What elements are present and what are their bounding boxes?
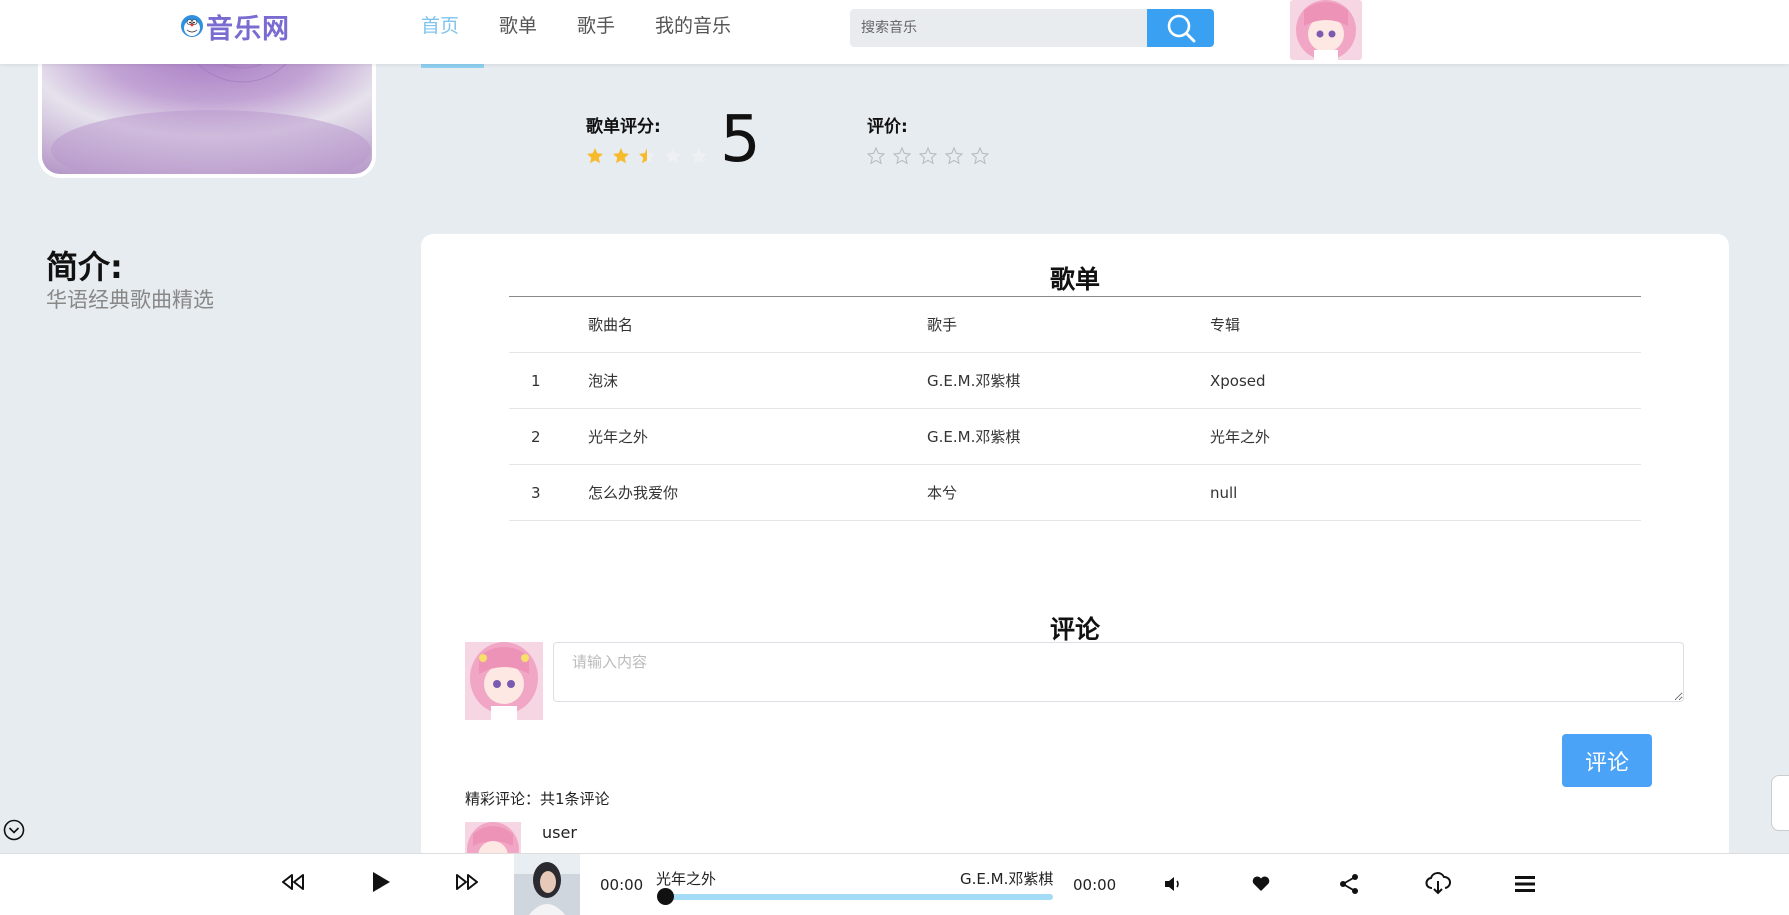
comment-input[interactable]: [553, 642, 1684, 702]
share-icon[interactable]: [1338, 873, 1360, 895]
current-time: 00:00: [600, 876, 644, 894]
logo[interactable]: 音乐网: [180, 6, 290, 46]
previous-track-icon[interactable]: [281, 870, 305, 894]
player-bar: 00:00 光年之外 G.E.M.邓紫棋 00:00: [0, 853, 1789, 915]
star-empty-icon: [691, 148, 707, 164]
row-singer: G.E.M.邓紫棋: [927, 428, 1021, 446]
progress-bar[interactable]: [657, 888, 1053, 905]
now-playing-cover: [514, 854, 580, 915]
col-album: 专辑: [1210, 316, 1241, 334]
rating-label: 歌单评分:: [586, 117, 661, 137]
star-outline-icon[interactable]: [919, 147, 937, 165]
playlist-menu-icon[interactable]: [1514, 874, 1536, 894]
chevron-down-circle-icon[interactable]: [3, 819, 25, 841]
table-row[interactable]: 1 泡沫 G.E.M.邓紫棋 Xposed: [509, 353, 1641, 409]
my-avatar: [465, 642, 543, 720]
nav-playlists[interactable]: 歌单: [499, 0, 537, 64]
evaluate-label: 评价:: [867, 117, 908, 137]
rating-stars: [586, 147, 716, 165]
col-song-name: 歌曲名: [588, 316, 634, 334]
row-album: Xposed: [1210, 372, 1266, 390]
star-outline-icon[interactable]: [945, 147, 963, 165]
user-avatar[interactable]: [1290, 0, 1362, 60]
row-index: 1: [531, 372, 541, 390]
playlist-section-title: 歌单: [1049, 265, 1100, 294]
main-nav: 首页 歌单 歌手 我的音乐: [421, 0, 771, 64]
row-album: null: [1210, 484, 1238, 502]
search-button[interactable]: [1147, 9, 1214, 47]
table-row[interactable]: 3 怎么办我爱你 本兮 null: [509, 465, 1641, 521]
nav-singers[interactable]: 歌手: [577, 0, 615, 64]
album-art-image: [514, 854, 580, 915]
cloud-download-icon[interactable]: [1425, 871, 1451, 895]
star-empty-icon: [665, 148, 681, 164]
nav-active-indicator: [421, 64, 484, 68]
star-outline-icon[interactable]: [867, 147, 885, 165]
song-table: 歌曲名 歌手 专辑 1 泡沫 G.E.M.邓紫棋 Xposed 2 光年之外 G…: [509, 297, 1641, 521]
row-index: 2: [531, 428, 541, 446]
star-filled-icon: [613, 148, 629, 164]
table-header-row: 歌曲名 歌手 专辑: [509, 297, 1641, 353]
volume-icon[interactable]: [1163, 874, 1183, 894]
progress-knob[interactable]: [657, 888, 674, 905]
row-index: 3: [531, 484, 541, 502]
search-bar: [850, 9, 1214, 47]
user-evaluation: 评价:: [867, 112, 997, 165]
col-singer: 歌手: [927, 316, 958, 334]
row-singer: G.E.M.邓紫棋: [927, 372, 1021, 390]
row-song-name[interactable]: 光年之外: [588, 409, 648, 465]
comment-section-title: 评论: [1049, 615, 1100, 644]
row-album: 光年之外: [1210, 428, 1271, 446]
playlist-rating: 歌单评分: 5: [586, 104, 761, 176]
now-playing-title: 光年之外: [656, 870, 717, 888]
table-row[interactable]: 2 光年之外 G.E.M.邓紫棋 光年之外: [509, 409, 1641, 465]
comment-count: 精彩评论：共1条评论: [465, 790, 610, 808]
total-time: 00:00: [1073, 876, 1117, 894]
anime-avatar-image: [1290, 0, 1362, 60]
submit-comment-button[interactable]: 评论: [1562, 734, 1652, 787]
nav-my-music[interactable]: 我的音乐: [655, 0, 731, 64]
doraemon-logo-icon: [181, 15, 203, 37]
row-song-name[interactable]: 怎么办我爱你: [588, 465, 678, 521]
search-icon: [1167, 14, 1195, 43]
intro-title: 简介:: [46, 248, 123, 286]
row-song-name[interactable]: 泡沫: [588, 353, 618, 409]
now-playing-artist: G.E.M.邓紫棋: [960, 870, 1054, 888]
top-header: 音乐网 首页 歌单 歌手 我的音乐: [0, 0, 1789, 64]
anime-avatar-image: [465, 642, 543, 720]
star-half-icon: [639, 148, 655, 164]
search-input[interactable]: [850, 9, 1147, 47]
next-track-icon[interactable]: [455, 870, 479, 894]
logo-text: 音乐网: [206, 13, 290, 45]
play-icon[interactable]: [370, 870, 392, 894]
intro-text: 华语经典歌曲精选: [46, 288, 214, 312]
heart-icon[interactable]: [1251, 874, 1271, 894]
side-drawer-tab[interactable]: [1771, 775, 1789, 831]
row-singer: 本兮: [927, 484, 958, 502]
star-filled-icon: [587, 148, 603, 164]
nav-home[interactable]: 首页: [421, 0, 459, 64]
content-card: 歌单 歌曲名 歌手 专辑 1 泡沫 G.E.M.邓紫棋 Xposed 2 光年之…: [421, 234, 1729, 915]
rating-value: 5: [720, 103, 761, 177]
evaluate-stars[interactable]: [867, 147, 997, 165]
star-outline-icon[interactable]: [893, 147, 911, 165]
commenter-name: user: [542, 823, 577, 842]
star-outline-icon[interactable]: [971, 147, 989, 165]
